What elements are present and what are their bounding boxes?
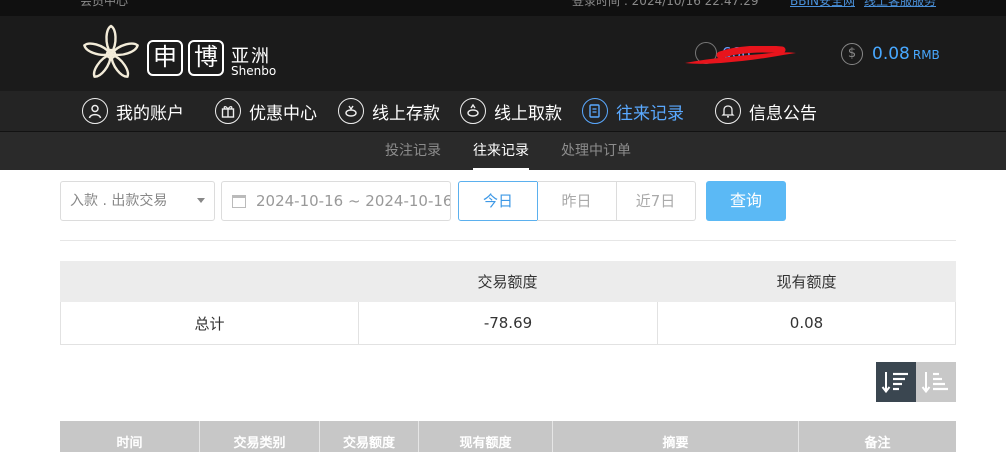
calendar-icon [232, 195, 246, 208]
top-info-strip: 会员中心 登录时间 : 2024/10/16 22:47:29 BBIN安全网 … [0, 0, 1006, 16]
member-center-label: 会员中心 [80, 0, 129, 8]
sort-asc-icon [921, 372, 948, 394]
column-header-remarks: 备注 [798, 421, 956, 452]
total-label: 总计 [194, 314, 225, 333]
nav-label: 我的账户 [116, 103, 184, 124]
column-header-time: 时间 [116, 435, 143, 451]
balance-display: 0.08 RMB [872, 44, 940, 64]
nav-label: 优惠中心 [249, 103, 317, 124]
nav-online-deposit[interactable]: 线上存款 [338, 91, 440, 131]
select-value: 入款 . 出款交易 [70, 193, 168, 209]
column-header-amount: 交易额度 [319, 421, 418, 452]
total-current-balance: 0.08 [657, 302, 955, 344]
nav-label: 信息公告 [749, 103, 817, 124]
tab-bet-records[interactable]: 投注记录 [385, 132, 441, 170]
records-icon [582, 98, 608, 124]
nav-promotions[interactable]: 优惠中心 [215, 91, 317, 131]
nav-label: 往来记录 [616, 103, 684, 124]
total-transaction-amount: -78.69 [358, 302, 657, 344]
currency-label: RMB [912, 48, 940, 62]
gift-icon [215, 98, 241, 124]
summary-header-cell: 交易额度 [477, 273, 538, 291]
nav-label: 线上取款 [494, 103, 562, 124]
tab-pending-orders[interactable]: 处理中订单 [561, 132, 631, 170]
balance-amount: 0.08 [872, 44, 910, 64]
sort-descending-button[interactable] [876, 362, 916, 402]
logo-char-box: 博 [188, 40, 224, 76]
caret-down-icon [197, 198, 205, 203]
nav-online-withdraw[interactable]: 线上取款 [460, 91, 562, 131]
nav-label: 线上存款 [372, 103, 440, 124]
summary-header-cell [60, 261, 358, 302]
summary-total-row: 总计 -78.69 0.08 [60, 302, 956, 345]
tab-transaction-records[interactable]: 往来记录 [473, 132, 529, 170]
transaction-type-select[interactable]: 入款 . 出款交易 [60, 181, 215, 221]
sub-nav: 投注记录 往来记录 处理中订单 [0, 132, 1006, 170]
dollar-coin-icon: $ [841, 43, 863, 65]
divider [60, 240, 956, 241]
sort-desc-icon [881, 372, 908, 394]
flower-logo-icon [83, 24, 139, 78]
main-nav: 我的账户 优惠中心 线上存款 线上取款 往来记录 信息公告 [0, 91, 1006, 132]
summary-header-row: 交易额度 现有额度 [60, 261, 956, 302]
nav-transaction-records[interactable]: 往来记录 [582, 91, 684, 131]
nav-announcements[interactable]: 信息公告 [715, 91, 817, 131]
site-header: 申 博 亚洲 Shenbo 666 $ 0.08 RMB [0, 16, 1006, 91]
logo-char-box: 申 [147, 40, 183, 76]
withdraw-icon [460, 98, 486, 124]
date-range-input[interactable]: 2024-10-16 ~ 2024-10-16 [221, 181, 451, 221]
bell-icon [715, 98, 741, 124]
customer-service-link[interactable]: 线上客服服务 [864, 0, 936, 9]
summary-table: 交易额度 现有额度 总计 -78.69 0.08 [60, 261, 956, 345]
details-table-header: 时间 交易类别 交易额度 现有额度 摘要 备注 [60, 421, 956, 452]
logo-english-text: Shenbo [231, 64, 277, 78]
user-icon [82, 98, 108, 124]
summary-header-cell: 现有额度 [776, 273, 837, 291]
column-header-balance: 现有额度 [418, 421, 552, 452]
column-header-summary: 摘要 [552, 421, 798, 452]
range-7days-button[interactable]: 近7日 [616, 181, 696, 221]
query-button[interactable]: 查询 [706, 181, 786, 221]
nav-my-account[interactable]: 我的账户 [82, 91, 184, 131]
deposit-icon [338, 98, 364, 124]
redaction-scribble [685, 46, 796, 64]
sort-ascending-button[interactable] [916, 362, 956, 402]
login-time: 登录时间 : 2024/10/16 22:47:29 [572, 0, 759, 8]
bbin-link[interactable]: BBIN安全网 [790, 0, 855, 9]
column-header-type: 交易类别 [199, 421, 319, 452]
range-yesterday-button[interactable]: 昨日 [537, 181, 617, 221]
range-today-button[interactable]: 今日 [458, 181, 538, 221]
date-range-value: 2024-10-16 ~ 2024-10-16 [256, 192, 451, 210]
